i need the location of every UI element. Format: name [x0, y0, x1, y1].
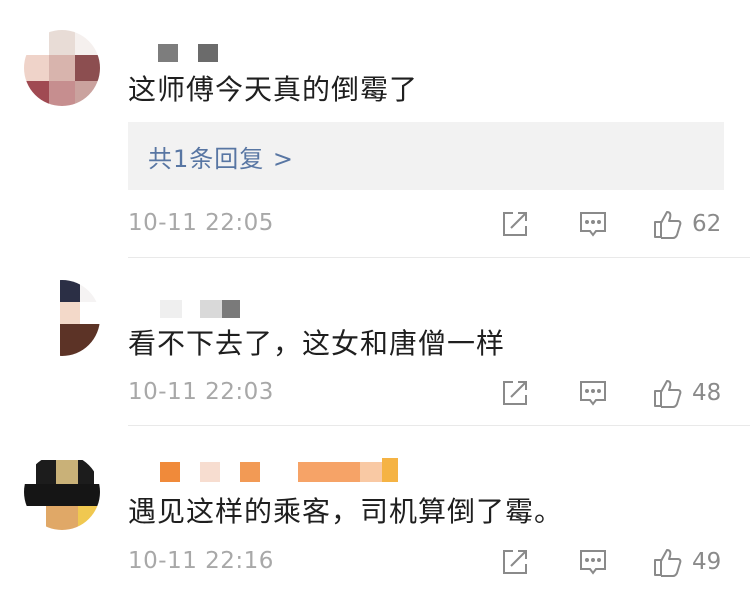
comment-button[interactable] — [578, 373, 608, 413]
avatar[interactable] — [24, 30, 100, 106]
comment-text: 看不下去了，这女和唐僧一样 — [128, 327, 506, 360]
share-button[interactable] — [500, 373, 530, 413]
like-count: 62 — [692, 211, 722, 237]
share-icon — [503, 550, 527, 574]
comment-icon — [580, 550, 606, 575]
comment-text: 这师傅今天真的倒霉了 — [128, 73, 419, 106]
comment-text: 遇见这样的乘客，司机算倒了霉。 — [128, 495, 564, 528]
username-pixelated[interactable] — [128, 44, 228, 62]
comment-item: 看不下去了，这女和唐僧一样 10-11 22:03 48 — [0, 258, 750, 426]
thumbs-up-icon — [654, 380, 682, 408]
comment-meta: 10-11 22:05 62 — [128, 204, 724, 244]
comment-meta: 10-11 22:16 49 — [128, 542, 724, 582]
comment-item: 这师傅今天真的倒霉了 共1条回复 > 10-11 22:05 62 — [0, 0, 750, 258]
thumbs-up-icon — [654, 211, 682, 239]
comment-button[interactable] — [578, 204, 608, 244]
like-button[interactable]: 48 — [652, 373, 721, 413]
timestamp: 10-11 22:16 — [128, 548, 274, 574]
comment-icon — [580, 212, 606, 237]
share-icon — [503, 212, 527, 236]
replies-label: 共1条回复 > — [148, 144, 295, 173]
timestamp: 10-11 22:05 — [128, 210, 274, 236]
share-button[interactable] — [500, 204, 530, 244]
like-count: 49 — [692, 549, 722, 575]
share-button[interactable] — [500, 542, 530, 582]
share-icon — [503, 381, 527, 405]
comment-button[interactable] — [578, 542, 608, 582]
comment-item: 遇见这样的乘客，司机算倒了霉。 10-11 22:16 49 — [0, 426, 750, 597]
like-button[interactable]: 49 — [652, 542, 721, 582]
comment-icon — [580, 381, 606, 406]
avatar[interactable] — [24, 454, 100, 530]
like-count: 48 — [692, 380, 722, 406]
username-pixelated[interactable] — [128, 458, 408, 482]
like-button[interactable]: 62 — [652, 204, 721, 244]
username-pixelated[interactable] — [128, 300, 248, 318]
comment-meta: 10-11 22:03 48 — [128, 373, 724, 413]
timestamp: 10-11 22:03 — [128, 379, 274, 405]
thumbs-up-icon — [654, 549, 682, 577]
avatar[interactable] — [24, 280, 100, 356]
view-replies-button[interactable]: 共1条回复 > — [128, 122, 724, 190]
